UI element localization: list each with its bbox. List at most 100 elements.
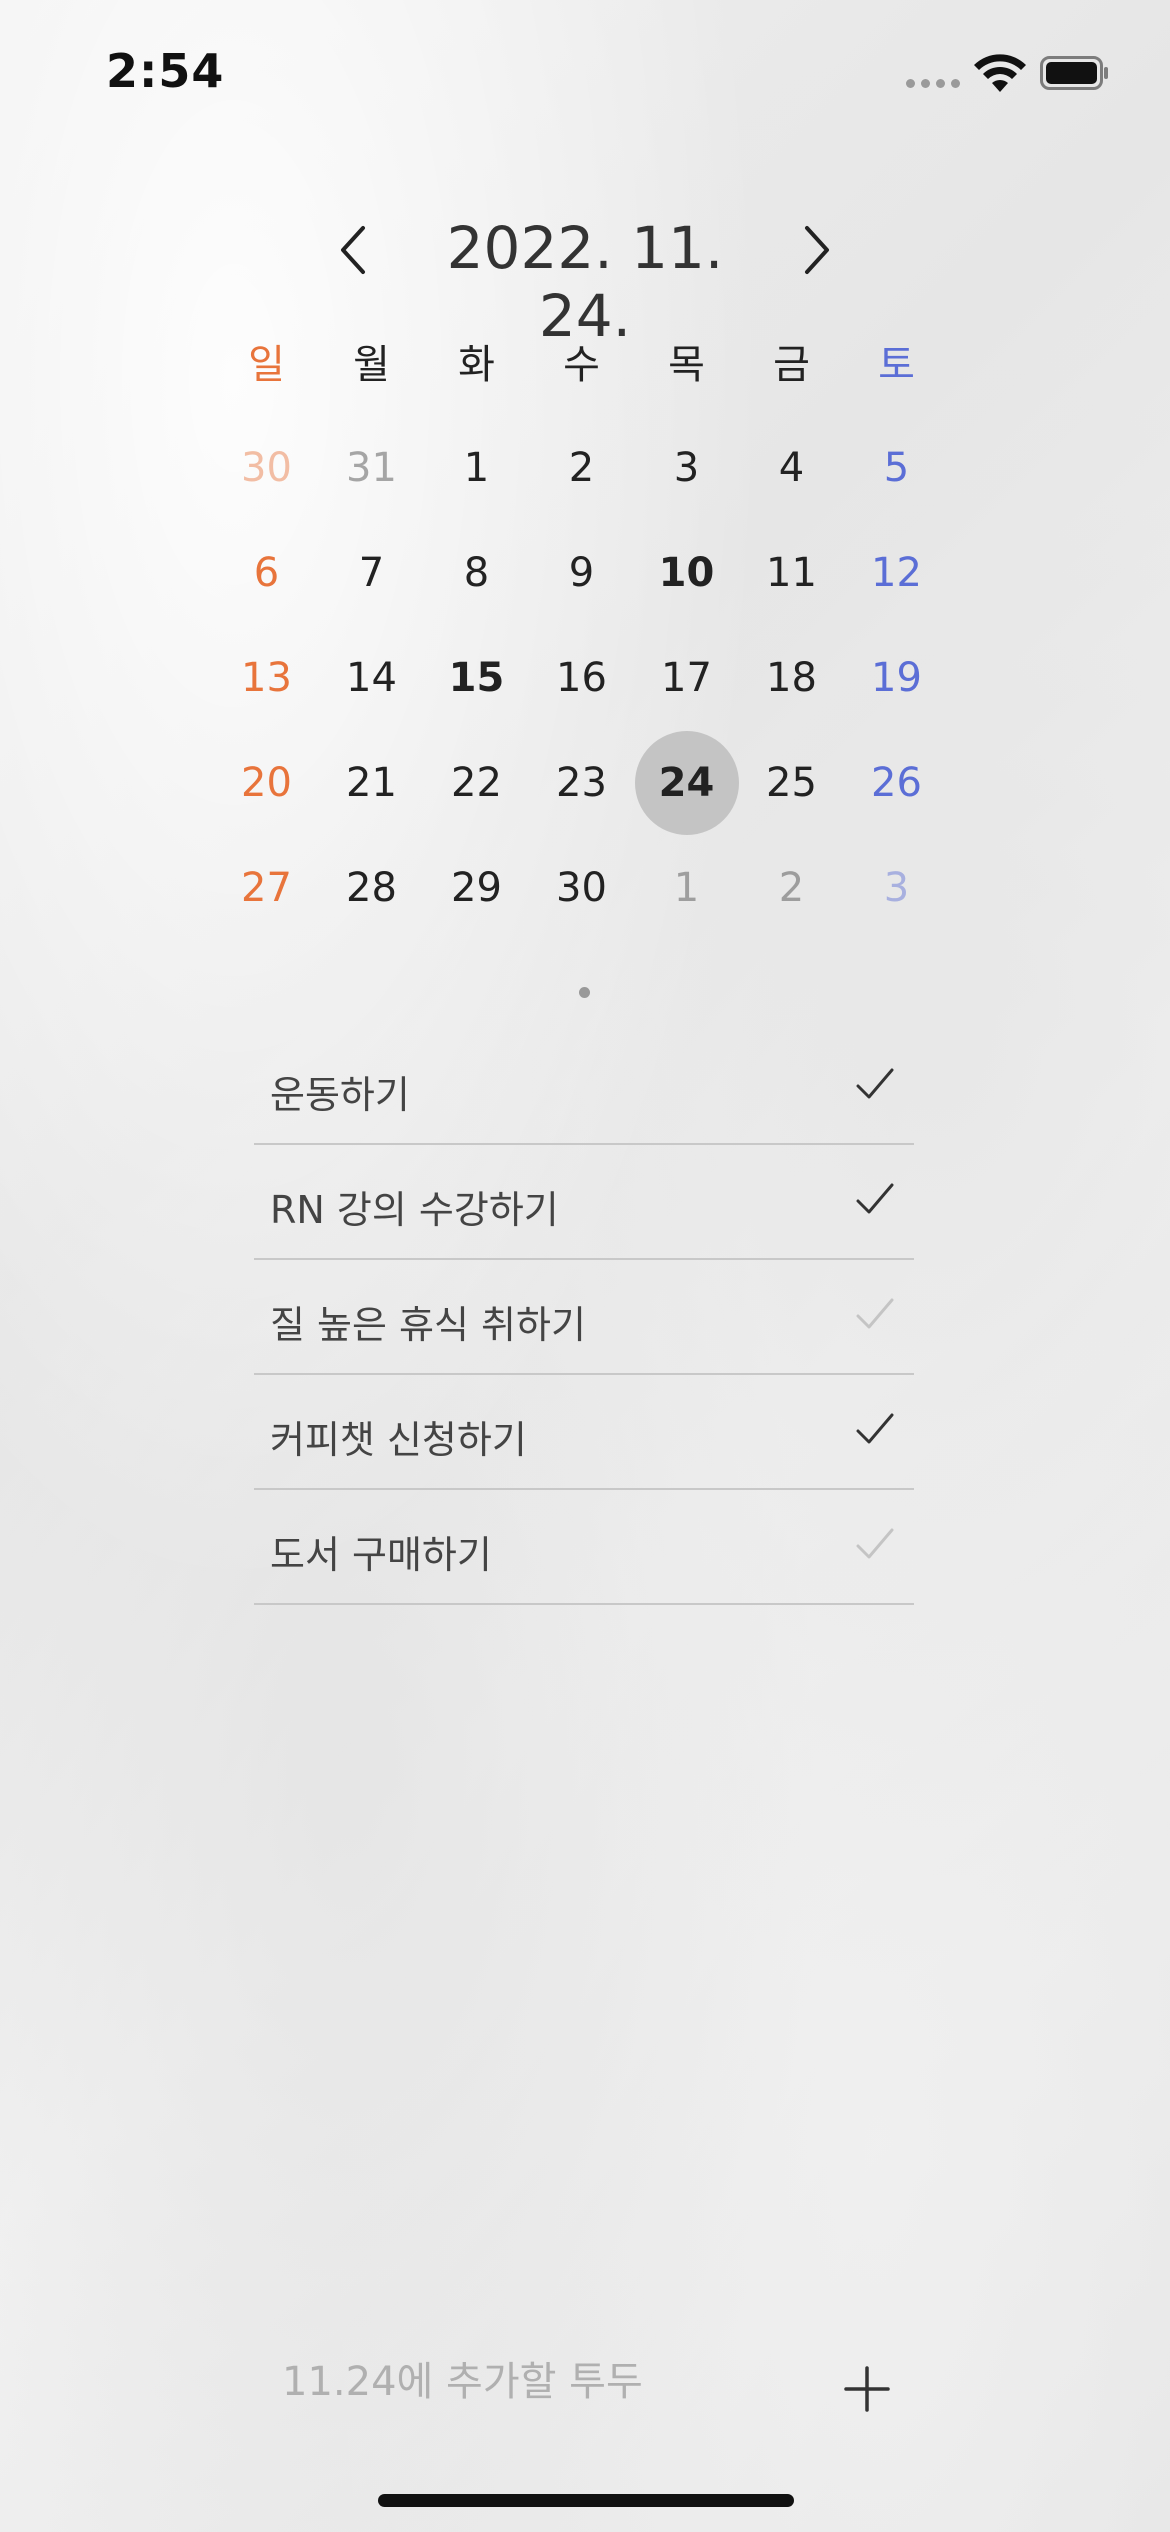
day-number: 4 [778,444,805,491]
calendar-week: 20 21 22 23 24 25 26 [214,730,956,835]
calendar-day[interactable]: 18 [739,625,844,730]
home-indicator[interactable] [378,2494,794,2507]
calendar-day[interactable]: 20 [214,730,319,835]
day-number: 8 [463,549,490,596]
day-number: 7 [358,549,385,596]
day-number: 23 [556,759,607,806]
calendar-day[interactable]: 21 [319,730,424,835]
todo-text: 커피챗 신청하기 [270,1418,527,1462]
day-number: 1 [463,444,490,491]
calendar-day[interactable]: 2 [739,835,844,940]
calendar-day[interactable]: 31 [319,415,424,520]
calendar-day[interactable]: 1 [634,835,739,940]
weekday-label: 화 [458,342,495,388]
calendar-week: 6 7 8 9 10 11 12 [214,520,956,625]
calendar-week: 13 14 15 16 17 18 19 [214,625,956,730]
calendar-day[interactable]: 3 [844,835,949,940]
day-number: 9 [568,549,595,596]
checkmark-icon[interactable] [854,1179,896,1219]
calendar-day[interactable]: 2 [529,415,634,520]
calendar-day[interactable]: 9 [529,520,634,625]
calendar-day[interactable]: 30 [214,415,319,520]
calendar-day[interactable]: 26 [844,730,949,835]
calendar-day[interactable]: 29 [424,835,529,940]
day-number: 24 [658,759,715,806]
weekday-header: 일 월 화 수 목 금 토 [214,332,956,390]
battery-icon [1040,56,1108,90]
calendar-day[interactable]: 11 [739,520,844,625]
calendar-day[interactable]: 25 [739,730,844,835]
checkmark-icon[interactable] [854,1409,896,1449]
todo-item[interactable]: RN 강의 수강하기 [254,1145,914,1260]
calendar-day[interactable]: 1 [424,415,529,520]
day-number: 3 [673,444,700,491]
checkmark-icon[interactable] [854,1064,896,1104]
day-number: 26 [871,759,922,806]
add-todo-bar [0,2340,1170,2440]
calendar-week: 30 31 1 2 3 4 5 [214,415,956,520]
calendar-day[interactable]: 22 [424,730,529,835]
day-number: 3 [883,864,910,911]
todo-text: 도서 구매하기 [270,1533,492,1577]
weekday-label: 수 [563,342,600,388]
checkmark-icon[interactable] [854,1524,896,1564]
status-bar: 2:54 [0,0,1170,150]
calendar-day[interactable]: 5 [844,415,949,520]
day-number: 15 [448,654,505,701]
status-time: 2:54 [106,44,225,98]
calendar-grid: 30 31 1 2 3 4 5 6 7 8 9 10 11 12 13 14 1… [214,415,956,940]
todo-text: RN 강의 수강하기 [270,1188,559,1232]
calendar-day-selected[interactable]: 24 [634,730,739,835]
todo-item[interactable]: 도서 구매하기 [254,1490,914,1605]
day-number: 22 [451,759,502,806]
add-todo-button[interactable] [840,2362,894,2416]
day-number: 28 [346,864,397,911]
calendar-day[interactable]: 27 [214,835,319,940]
day-number: 29 [451,864,502,911]
calendar-day[interactable]: 12 [844,520,949,625]
calendar-week: 27 28 29 30 1 2 3 [214,835,956,940]
next-month-button[interactable] [785,220,845,280]
page-indicator-dot [579,987,590,998]
day-number: 20 [241,759,292,806]
calendar-day[interactable]: 10 [634,520,739,625]
todo-item[interactable]: 운동하기 [254,1030,914,1145]
checkmark-icon[interactable] [854,1294,896,1334]
calendar-day[interactable]: 4 [739,415,844,520]
day-number: 17 [661,654,712,701]
calendar-day[interactable]: 8 [424,520,529,625]
calendar-day[interactable]: 14 [319,625,424,730]
day-number: 19 [871,654,922,701]
calendar-day[interactable]: 23 [529,730,634,835]
day-number: 27 [241,864,292,911]
day-number: 1 [673,864,700,911]
day-number: 2 [568,444,595,491]
weekday-label: 금 [773,342,810,388]
calendar-day[interactable]: 15 [424,625,529,730]
todo-text: 운동하기 [270,1073,410,1117]
day-number: 14 [346,654,397,701]
selected-date-title: 2022. 11. 24. [446,214,724,350]
calendar-day[interactable]: 30 [529,835,634,940]
calendar-day[interactable]: 3 [634,415,739,520]
todo-text: 질 높은 휴식 취하기 [270,1303,586,1347]
day-number: 21 [346,759,397,806]
day-number: 30 [556,864,607,911]
weekday-label: 일 [248,342,285,388]
calendar-day[interactable]: 28 [319,835,424,940]
calendar-day[interactable]: 16 [529,625,634,730]
calendar-day[interactable]: 6 [214,520,319,625]
todo-item[interactable]: 커피챗 신청하기 [254,1375,914,1490]
calendar-day[interactable]: 13 [214,625,319,730]
weekday-label: 월 [353,342,390,388]
weekday-label: 목 [668,342,705,388]
calendar-day[interactable]: 7 [319,520,424,625]
calendar-day[interactable]: 17 [634,625,739,730]
calendar-day[interactable]: 19 [844,625,949,730]
todo-item[interactable]: 질 높은 휴식 취하기 [254,1260,914,1375]
cellular-signal-icon [906,79,960,88]
day-number: 30 [241,444,292,491]
day-number: 11 [766,549,817,596]
add-todo-input[interactable] [280,2358,804,2406]
previous-month-button[interactable] [325,220,385,280]
